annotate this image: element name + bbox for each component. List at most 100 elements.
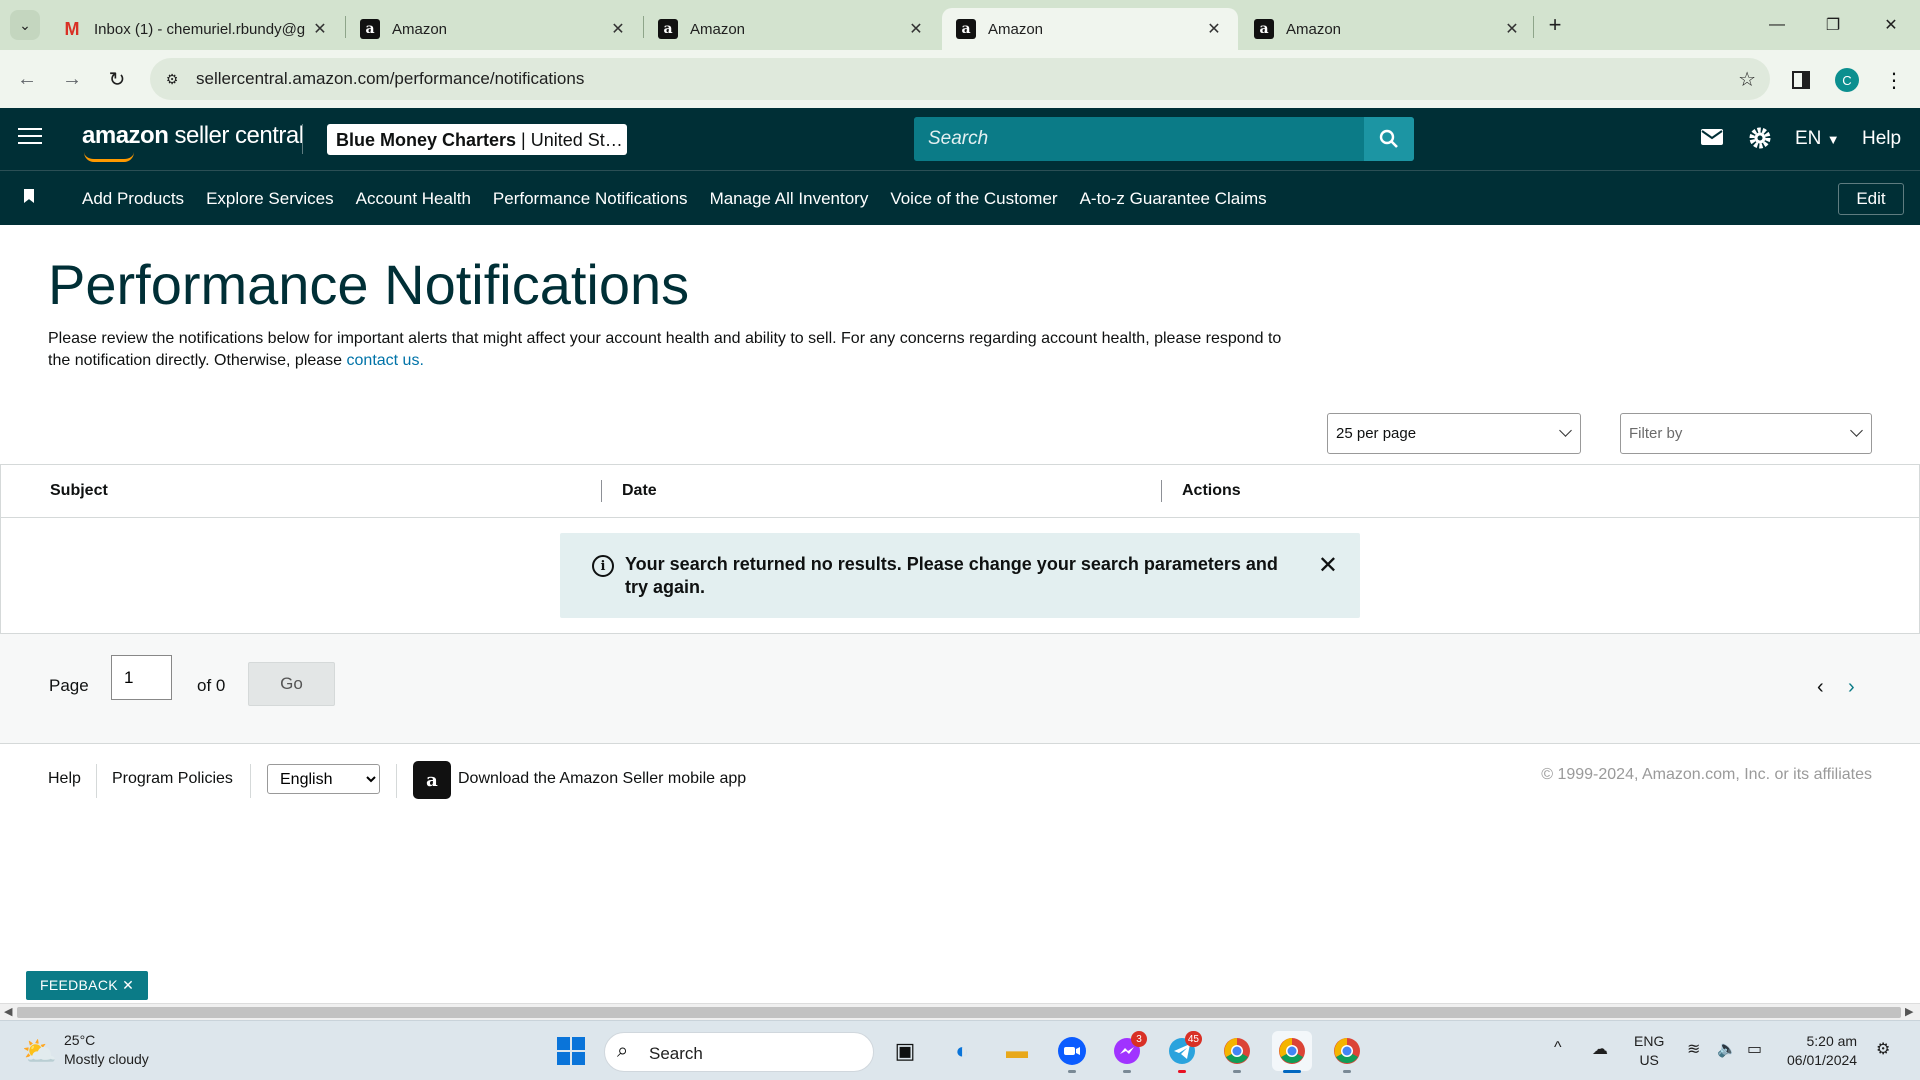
chrome-icon[interactable] xyxy=(1217,1031,1257,1073)
per-page-select[interactable]: 25 per page xyxy=(1327,413,1581,454)
minimize-button[interactable]: — xyxy=(1762,10,1792,40)
new-tab-button[interactable]: + xyxy=(1542,12,1568,38)
search-input[interactable] xyxy=(914,117,1366,161)
address-bar[interactable]: ⚙ sellercentral.amazon.com/performance/n… xyxy=(150,58,1770,100)
site-info-icon[interactable]: ⚙ xyxy=(162,69,182,89)
horizontal-scrollbar[interactable]: ◀ ▶ xyxy=(0,1003,1920,1020)
seller-central-header: amazon seller central Blue Money Charter… xyxy=(0,108,1920,170)
nav-add-products[interactable]: Add Products xyxy=(82,189,184,209)
previous-page-icon[interactable]: ‹ xyxy=(1817,676,1824,699)
nav-explore-services[interactable]: Explore Services xyxy=(206,189,334,209)
bookmark-nav: Add Products Explore Services Account He… xyxy=(0,170,1920,225)
taskbar-search[interactable]: ⌕ Search xyxy=(604,1032,874,1072)
side-panel-icon[interactable] xyxy=(1787,66,1815,94)
seller-central-logo[interactable]: amazon seller central xyxy=(82,122,304,162)
back-button[interactable]: ← xyxy=(12,64,42,94)
bookmark-icon[interactable] xyxy=(24,189,34,203)
tab-gmail[interactable]: M Inbox (1) - chemuriel.rbundy@g ✕ xyxy=(48,8,344,50)
edge-icon[interactable]: ◐ xyxy=(942,1031,982,1071)
restore-button[interactable]: ❐ xyxy=(1818,10,1848,40)
zoom-icon[interactable] xyxy=(1052,1031,1092,1073)
input-language-indicator[interactable]: ENG US xyxy=(1634,1032,1664,1070)
scroll-left-icon[interactable]: ◀ xyxy=(4,1005,12,1018)
next-page-icon[interactable]: › xyxy=(1848,676,1855,699)
amazon-icon: a xyxy=(956,19,976,39)
browser-menu-icon[interactable]: ⋮ xyxy=(1880,66,1908,94)
amazon-app-icon[interactable]: a xyxy=(413,761,451,799)
close-icon[interactable]: ✕ xyxy=(122,977,134,993)
mail-icon[interactable] xyxy=(1700,127,1724,152)
scroll-right-icon[interactable]: ▶ xyxy=(1905,1005,1913,1018)
contact-us-link[interactable]: contact us. xyxy=(347,352,424,369)
table-header: Subject Date Actions xyxy=(1,465,1919,518)
close-tab-icon[interactable]: ✕ xyxy=(1502,19,1522,39)
profile-avatar[interactable]: C xyxy=(1833,66,1861,94)
help-link[interactable]: Help xyxy=(1862,128,1901,150)
volume-icon[interactable]: 🔈 xyxy=(1717,1039,1737,1059)
download-app-link[interactable]: Download the Amazon Seller mobile app xyxy=(458,770,746,788)
taskbar-clock[interactable]: 5:20 am 06/01/2024 xyxy=(1787,1032,1857,1070)
hamburger-menu-icon[interactable] xyxy=(18,128,42,148)
column-subject[interactable]: Subject xyxy=(50,482,108,500)
chrome-profile-icon[interactable] xyxy=(1272,1031,1312,1073)
settings-gear-icon[interactable] xyxy=(1748,126,1772,155)
url-text[interactable]: sellercentral.amazon.com/performance/not… xyxy=(196,69,584,89)
bookmark-star-icon[interactable]: ☆ xyxy=(1738,67,1756,92)
close-tab-icon[interactable]: ✕ xyxy=(608,19,628,39)
language-selector[interactable]: EN ▼ xyxy=(1795,128,1840,150)
weather-cloud-icon[interactable]: ⛅ xyxy=(22,1035,57,1068)
close-window-button[interactable]: ✕ xyxy=(1876,10,1906,40)
store-selector[interactable]: Blue Money Charters | United St… xyxy=(327,124,627,155)
show-hidden-icons[interactable]: ^ xyxy=(1554,1039,1562,1057)
onedrive-offline-icon[interactable]: ☁ xyxy=(1592,1039,1608,1059)
messenger-icon[interactable]: 3 xyxy=(1107,1031,1147,1073)
tab-amazon-1[interactable]: a Amazon ✕ xyxy=(346,8,642,50)
notification-center-icon[interactable]: ⚙ xyxy=(1876,1039,1890,1059)
edit-nav-button[interactable]: Edit xyxy=(1838,183,1904,215)
windows-logo-icon xyxy=(557,1037,585,1065)
reload-button[interactable]: ↻ xyxy=(102,64,132,94)
tab-amazon-4[interactable]: a Amazon ✕ xyxy=(1240,8,1536,50)
wifi-icon[interactable]: ≋ xyxy=(1687,1039,1700,1059)
copyright: © 1999-2024, Amazon.com, Inc. or its aff… xyxy=(1541,766,1872,783)
nav-performance-notifications[interactable]: Performance Notifications xyxy=(493,189,688,209)
task-view-icon[interactable]: ▣ xyxy=(885,1031,925,1071)
page-number-input[interactable] xyxy=(111,655,172,700)
close-icon[interactable]: ✕ xyxy=(1318,551,1338,580)
tab-search-menu-button[interactable]: ⌄ xyxy=(10,10,40,40)
scrollbar-thumb[interactable] xyxy=(17,1007,1901,1018)
weather-widget[interactable]: 25°C Mostly cloudy xyxy=(64,1031,149,1069)
forward-button[interactable]: → xyxy=(57,64,87,94)
tab-title: Inbox (1) - chemuriel.rbundy@g xyxy=(94,20,306,38)
search-button[interactable] xyxy=(1364,117,1414,161)
close-tab-icon[interactable]: ✕ xyxy=(1204,19,1224,39)
alert-message: Your search returned no results. Please … xyxy=(625,554,1278,597)
amazon-icon: a xyxy=(658,19,678,39)
program-policies-link[interactable]: Program Policies xyxy=(112,770,233,788)
battery-icon[interactable]: ▭ xyxy=(1747,1039,1762,1059)
browser-toolbar: ← → ↻ ⚙ sellercentral.amazon.com/perform… xyxy=(0,50,1920,108)
column-date[interactable]: Date xyxy=(622,482,657,500)
close-tab-icon[interactable]: ✕ xyxy=(906,19,926,39)
footer-language-select[interactable]: English xyxy=(267,764,380,794)
tab-amazon-active[interactable]: a Amazon ✕ xyxy=(942,8,1238,50)
feedback-button[interactable]: FEEDBACK ✕ xyxy=(26,971,149,1000)
go-button[interactable]: Go xyxy=(248,662,335,706)
tab-amazon-2[interactable]: a Amazon ✕ xyxy=(644,8,940,50)
filter-by-select[interactable]: Filter by xyxy=(1620,413,1872,454)
close-tab-icon[interactable]: ✕ xyxy=(310,19,330,39)
nav-manage-all-inventory[interactable]: Manage All Inventory xyxy=(710,189,869,209)
start-button[interactable] xyxy=(551,1031,591,1071)
caret-down-icon: ▼ xyxy=(1826,132,1840,147)
notification-badge: 3 xyxy=(1131,1031,1147,1047)
footer-help-link[interactable]: Help xyxy=(48,770,81,788)
telegram-icon[interactable]: 45 xyxy=(1162,1031,1202,1073)
intro-text: Please review the notifications below fo… xyxy=(48,330,1282,369)
pagination: Page of 0 Go ‹ › xyxy=(0,634,1920,744)
nav-a-to-z-claims[interactable]: A-to-z Guarantee Claims xyxy=(1080,189,1267,209)
nav-voice-of-the-customer[interactable]: Voice of the Customer xyxy=(890,189,1057,209)
chevron-down-icon xyxy=(1850,424,1863,437)
file-explorer-icon[interactable]: ▬ xyxy=(997,1031,1037,1071)
chrome-alt-icon[interactable] xyxy=(1327,1031,1367,1073)
nav-account-health[interactable]: Account Health xyxy=(356,189,471,209)
